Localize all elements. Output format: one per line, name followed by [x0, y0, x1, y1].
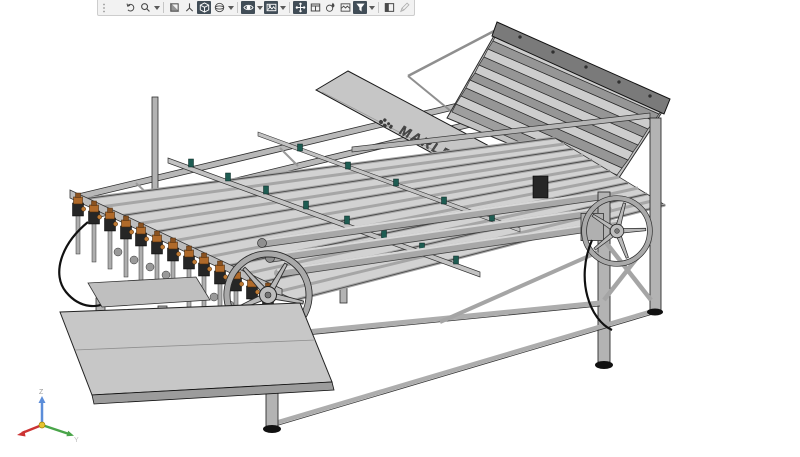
view-orientation-button[interactable] [197, 1, 211, 14]
toolbar-separator [237, 2, 238, 13]
apply-scene-button[interactable] [338, 1, 352, 14]
graphics-viewport[interactable]: MARLENE [0, 0, 800, 457]
triad-origin [39, 422, 45, 428]
hide-show-items-dropdown[interactable] [256, 1, 263, 14]
move-component-button[interactable] [293, 1, 307, 14]
zoom-tools-dropdown[interactable] [153, 1, 160, 14]
previous-view-button[interactable] [123, 1, 137, 14]
heads-up-toolbar [97, 0, 415, 16]
edit-scene-button[interactable] [264, 1, 278, 14]
hide-show-items-button[interactable] [241, 1, 255, 14]
toolbar-separator [378, 2, 379, 13]
axis-y [42, 425, 69, 434]
orientation-triad: Z Y [17, 389, 79, 444]
window-pane-button[interactable] [308, 1, 322, 14]
edit-appearance-button[interactable] [323, 1, 337, 14]
view-settings-filter-button[interactable] [353, 1, 367, 14]
toolbar-separator [289, 2, 290, 13]
pencil-button[interactable] [397, 1, 411, 14]
section-view-button[interactable] [167, 1, 181, 14]
display-style-dropdown[interactable] [227, 1, 234, 14]
display-style-button[interactable] [212, 1, 226, 14]
edit-scene-dropdown[interactable] [279, 1, 286, 14]
triad-z-label: Z [39, 389, 44, 396]
cad-application-window: MARLENE [0, 0, 800, 457]
drive-box [533, 176, 548, 198]
cad-model-apple-grader[interactable]: MARLENE [0, 0, 800, 457]
zoom-to-fit-button[interactable] [108, 1, 122, 14]
zoom-tools-button[interactable] [138, 1, 152, 14]
annotation-views-button[interactable] [182, 1, 196, 14]
grip-dots-icon[interactable] [101, 2, 107, 13]
frame-tool-button[interactable] [382, 1, 396, 14]
triad-y-label: Y [74, 437, 79, 444]
toolbar-separator [163, 2, 164, 13]
view-settings-dropdown[interactable] [368, 1, 375, 14]
